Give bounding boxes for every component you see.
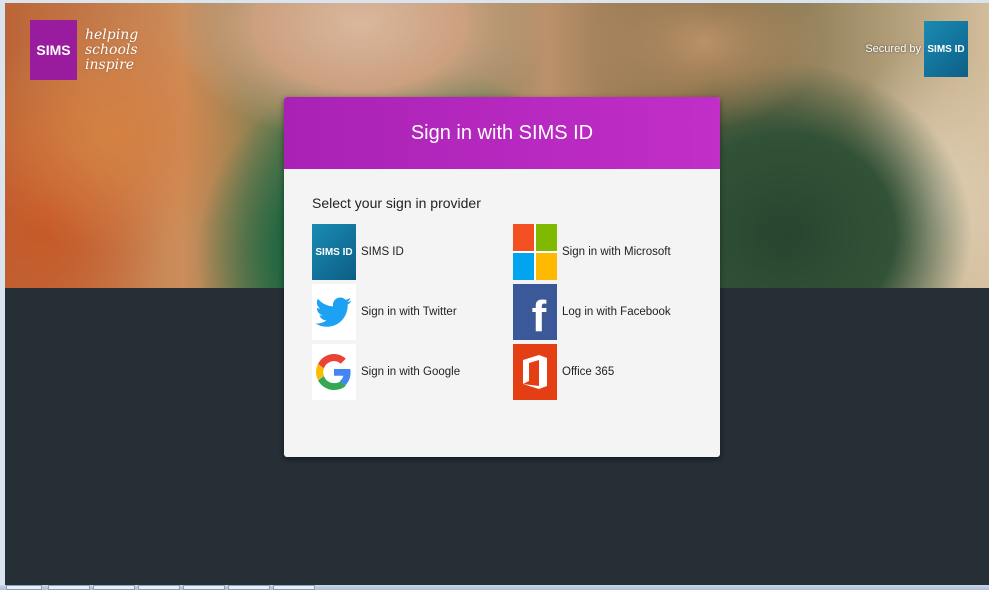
taskbar-button[interactable] [273,585,315,590]
dialog-title: Sign in with SIMS ID [410,121,594,144]
brand-tagline: helping schools inspire [85,26,139,73]
provider-prompt: Select your sign in provider [312,195,481,211]
secured-by-label: Secured by [865,43,921,55]
sims-logo-box: SIMS [30,20,77,80]
secured-by: Secured by SIMS ID [865,21,968,77]
sims-brand-logo: SIMS helping schools inspire [30,20,138,80]
office-365-button[interactable]: Office 365 [513,344,714,400]
provider-label: Sign in with Microsoft [562,246,671,258]
sims-id-badge: SIMS ID [924,21,968,77]
taskbar-button[interactable] [48,585,90,590]
taskbar-button[interactable] [138,585,180,590]
twitter-icon [312,284,356,340]
provider-label: Log in with Facebook [562,306,671,318]
browser-viewport: SIMS helping schools inspire Secured by … [5,3,989,585]
office-365-icon [513,344,557,400]
twitter-button[interactable]: Sign in with Twitter [312,284,513,340]
taskbar-button[interactable] [183,585,225,590]
sign-in-dialog: Sign in with SIMS ID Select your sign in… [284,97,720,457]
microsoft-button[interactable]: Sign in with Microsoft [513,224,714,280]
provider-list: SIMS ID SIMS ID Sign in with Microsoft S… [312,224,692,400]
provider-label: Sign in with Google [361,366,461,378]
google-icon [312,344,356,400]
taskbar-button[interactable] [228,585,270,590]
provider-label: Office 365 [562,366,615,378]
microsoft-icon [513,224,557,280]
sims-id-icon: SIMS ID [312,224,356,280]
provider-label: SIMS ID [361,246,404,258]
facebook-button[interactable]: f Log in with Facebook [513,284,714,340]
sims-id-button[interactable]: SIMS ID SIMS ID [312,224,513,280]
taskbar [0,585,989,590]
provider-label: Sign in with Twitter [361,306,457,318]
taskbar-button[interactable] [93,585,135,590]
dialog-header: Sign in with SIMS ID [284,97,720,169]
google-button[interactable]: Sign in with Google [312,344,513,400]
facebook-icon: f [513,284,557,340]
taskbar-start-button[interactable] [6,585,42,590]
